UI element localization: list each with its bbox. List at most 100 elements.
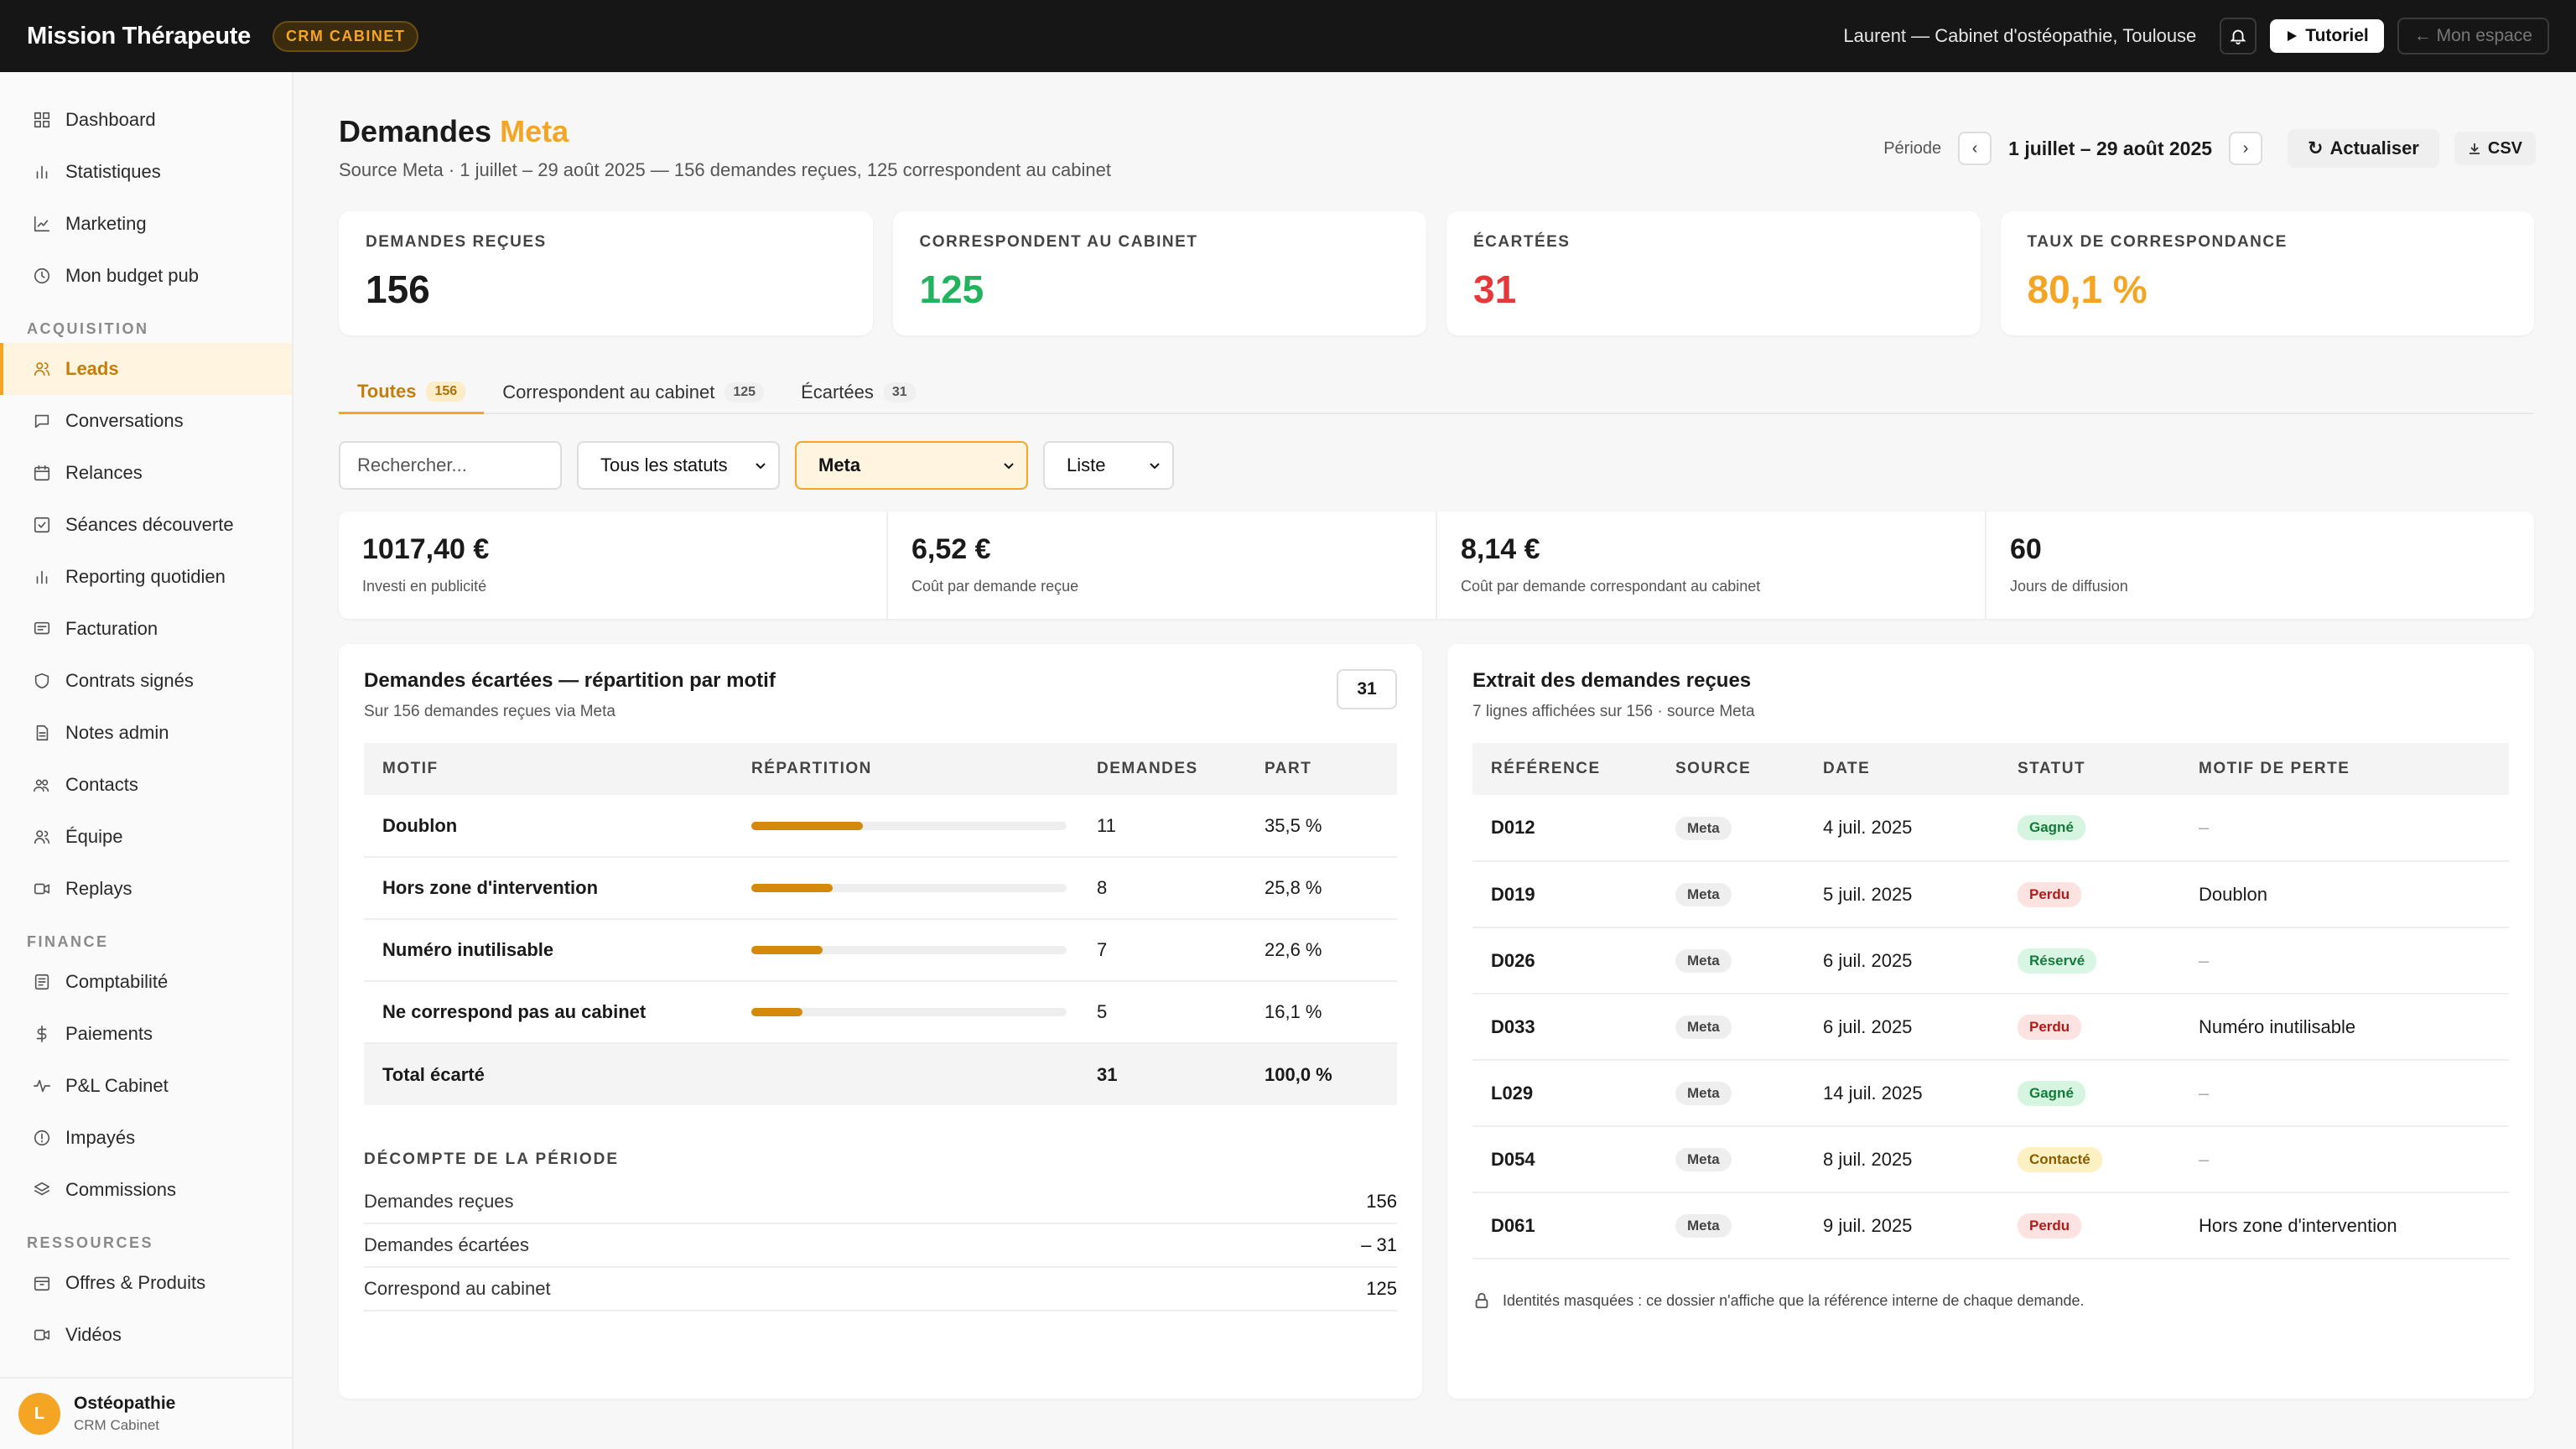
sidebar-item-paiements[interactable]: Paiements [0,1008,292,1060]
download-icon [2469,143,2480,154]
sidebar-item-facturation[interactable]: Facturation [0,603,292,655]
play-icon [2288,31,2298,41]
tab-ecartees[interactable]: Écartées 31 [782,371,934,414]
top-bar: Mission Thérapeute CRM CABINET Laurent —… [0,0,2576,72]
total-demandes: 31 [1078,1043,1246,1105]
table-row[interactable]: D054 Meta 8 juil. 2025 Contacté – [1472,1126,2509,1193]
view-select[interactable]: Liste [1043,441,1174,490]
checkbox-icon-wrap [32,515,52,535]
loss-reason-cell: – [2180,795,2509,862]
extract-card-title: Extrait des demandes reçues [1472,669,1752,692]
date-cell: 14 juil. 2025 [1805,1060,1999,1127]
column-header: MOTIF [364,743,733,795]
sidebar-item-offres-produits[interactable]: Offres & Produits [0,1257,292,1309]
date-cell: 4 juil. 2025 [1805,795,1999,862]
privacy-note: Identités masquées : ce dossier n'affich… [1472,1291,2085,1310]
sidebar-item-equipe[interactable]: Équipe [0,811,292,863]
refresh-button[interactable]: ↻ Actualiser [2288,129,2439,168]
rejected-count-badge: 31 [1337,669,1397,709]
column-header: RÉPARTITION [733,743,1078,795]
sidebar-item-contacts[interactable]: Contacts [0,759,292,811]
period-next-button[interactable]: › [2229,132,2263,165]
status-badge: Gagné [2018,815,2085,840]
total-empty [733,1043,1078,1105]
sidebar-item-label: P&L Cabinet [65,1075,169,1096]
chevron-down-icon [1004,463,1014,470]
status-cell: Perdu [1999,994,2180,1061]
period-label: Période [1883,138,1942,158]
date-cell: 6 juil. 2025 [1805,927,1999,995]
mon-espace-button[interactable]: ← Mon espace [2397,18,2549,55]
chevron-left-icon: ‹ [1971,138,1978,158]
sidebar-item-conversations[interactable]: Conversations [0,395,292,447]
users-icon-wrap [32,359,52,379]
sidebar-item-label: Conversations [65,410,184,431]
reference-cell: D019 [1472,861,1657,928]
sidebar-item-replays[interactable]: Replays [0,863,292,915]
reference-cell: D012 [1472,795,1657,862]
ledger-icon [34,974,49,990]
sidebar-item-commissions[interactable]: Commissions [0,1164,292,1216]
extract-card-subtitle: 7 lignes affichées sur 156 · source Meta [1472,703,1755,720]
sidebar-item-mon-budget-pub[interactable]: Mon budget pub [0,250,292,302]
table-row[interactable]: Hors zone d'intervention 8 25,8 % [364,857,1397,920]
table-row[interactable]: D026 Meta 6 juil. 2025 Réservé – [1472,927,2509,995]
status-cell: Perdu [1999,1192,2180,1259]
notifications-button[interactable] [2220,18,2257,55]
main-content: Demandes Meta Source Meta · 1 juillet – … [295,72,2576,1449]
sidebar-item-label: Mon budget pub [65,265,200,286]
sidebar-item-dashboard[interactable]: Dashboard [0,94,292,146]
source-select[interactable]: Meta [795,441,1028,490]
table-row[interactable]: Numéro inutilisable 7 22,6 % [364,919,1397,982]
sidebar-item-reporting-quotidien[interactable]: Reporting quotidien [0,551,292,603]
sidebar-item-notes-admin[interactable]: Notes admin [0,707,292,759]
total-label: Total écarté [364,1043,733,1105]
brand-logo[interactable]: Mission Thérapeute [27,23,251,50]
csv-export-button[interactable]: CSV [2454,132,2536,165]
kpi-card-taux-de-correspondance: TAUX DE CORRESPONDANCE 80,1 % [2000,211,2534,335]
table-row[interactable]: D061 Meta 9 juil. 2025 Perdu Hors zone d'int… [1472,1192,2509,1259]
table-row[interactable]: Ne correspond pas au cabinet 5 16,1 % [364,981,1397,1044]
column-header: MOTIF DE PERTE [2180,743,2509,795]
date-cell: 5 juil. 2025 [1805,861,1999,928]
sidebar-item-p-l-cabinet[interactable]: P&L Cabinet [0,1060,292,1112]
period-prev-button[interactable]: ‹ [1958,132,1992,165]
sidebar-item-videos[interactable]: Vidéos [0,1309,292,1361]
source-cell: Meta [1657,861,1805,928]
sidebar-item-marketing[interactable]: Marketing [0,198,292,250]
status-select[interactable]: Tous les statuts [577,441,780,490]
table-row[interactable]: D033 Meta 6 juil. 2025 Perdu Numéro inutilis… [1472,994,2509,1061]
table-row[interactable]: Doublon 11 35,5 % [364,795,1397,858]
summary-label: Demandes reçues [364,1191,514,1212]
sidebar-item-relances[interactable]: Relances [0,447,292,499]
sidebar-item-comptabilite[interactable]: Comptabilité [0,956,292,1008]
sidebar-item-label: Équipe [65,826,123,847]
sidebar-item-label: Dashboard [65,109,156,130]
sidebar-item-impayes[interactable]: Impayés [0,1112,292,1164]
column-header: SOURCE [1657,743,1805,795]
sidebar-item-leads[interactable]: Leads [0,343,292,395]
tab-label: Écartées [801,382,874,402]
source-cell: Meta [1657,1126,1805,1193]
tab-toutes[interactable]: Toutes 156 [339,371,485,414]
stat-investi-en-publicite: 1017,40 € Investi en publicité [339,512,888,619]
sidebar-section-acquisition: ACQUISITION [27,320,149,337]
tutorial-button[interactable]: Tutoriel [2270,19,2384,53]
tab-correspondent-au-cabinet[interactable]: Correspondent au cabinet 125 [484,371,782,414]
sidebar-item-seances-decouverte[interactable]: Séances découverte [0,499,292,551]
calendar-icon-wrap [32,463,52,483]
sidebar-item-statistiques[interactable]: Statistiques [0,146,292,198]
search-input[interactable]: Rechercher... [339,441,562,490]
sidebar-item-label: Replays [65,878,132,899]
table-row[interactable]: L029 Meta 14 juil. 2025 Gagné – [1472,1060,2509,1127]
sidebar-footer[interactable]: L Ostéopathie CRM Cabinet [0,1377,292,1449]
page-subtitle: Source Meta · 1 juillet – 29 août 2025 —… [339,159,1111,180]
sidebar-item-label: Commissions [65,1179,177,1200]
distribution-cell [733,981,1078,1044]
table-row[interactable]: D012 Meta 4 juil. 2025 Gagné – [1472,795,2509,862]
layers-icon-wrap [32,1180,52,1200]
sidebar-item-contrats-signes[interactable]: Contrats signés [0,655,292,707]
sidebar-item-label: Facturation [65,618,158,639]
table-row[interactable]: D019 Meta 5 juil. 2025 Perdu Doublon [1472,861,2509,928]
sidebar-item-label: Contacts [65,774,138,795]
